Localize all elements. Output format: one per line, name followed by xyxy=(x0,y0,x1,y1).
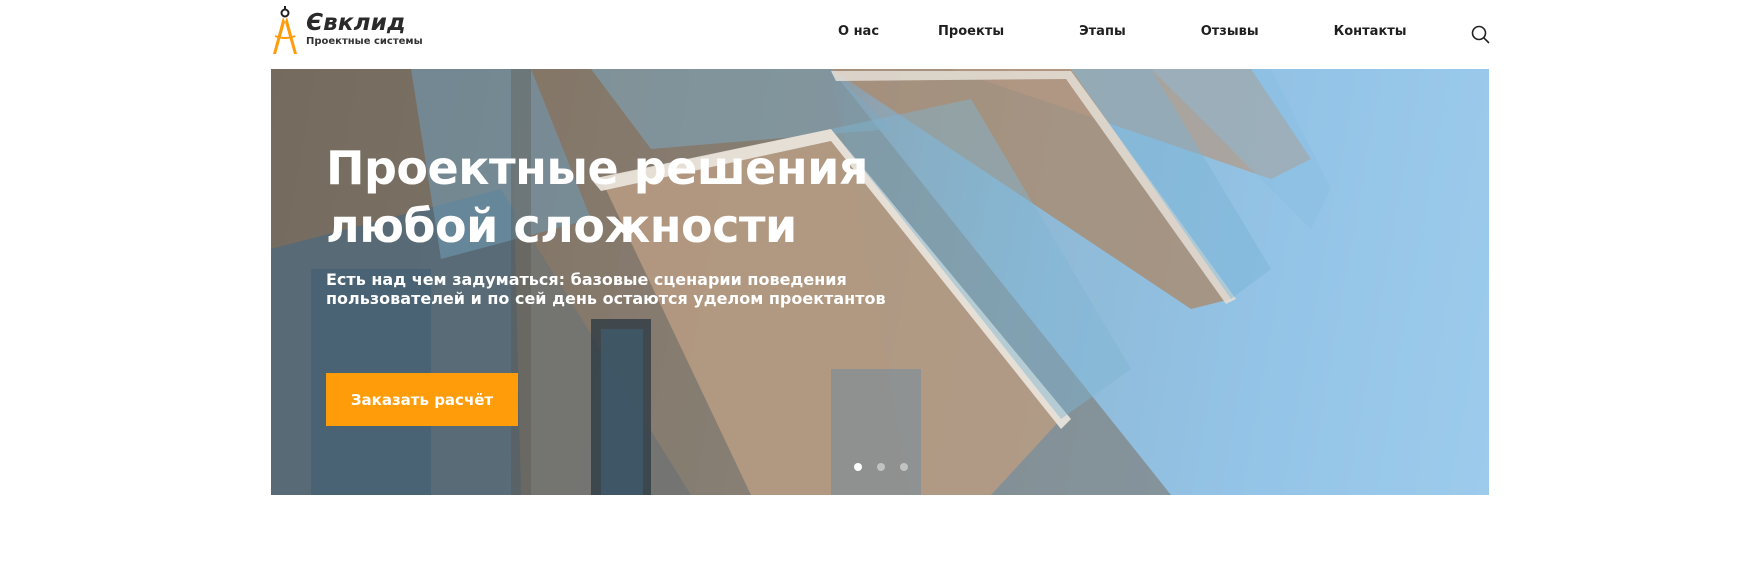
main-nav: О нас Проекты Этапы Отзывы Контакты xyxy=(838,24,1407,39)
slider-dot-3[interactable] xyxy=(900,463,908,471)
slider-dot-2[interactable] xyxy=(877,463,885,471)
nav-item-contacts[interactable]: Контакты xyxy=(1334,24,1407,39)
nav-item-projects[interactable]: Проекты xyxy=(938,24,1004,39)
slider-pagination xyxy=(854,463,908,471)
hero-title-line-1: Проектные решения xyxy=(326,141,868,195)
hero-subtitle-line-1: Есть над чем задуматься: базовые сценари… xyxy=(326,270,847,289)
hero-subtitle-line-2: пользователей и по сей день остаются уде… xyxy=(326,289,886,308)
hero-subtitle: Есть над чем задуматься: базовые сценари… xyxy=(326,270,946,308)
nav-item-about[interactable]: О нас xyxy=(838,24,879,39)
brand-tagline: Проектные системы xyxy=(306,36,423,47)
order-calculation-button[interactable]: Заказать расчёт xyxy=(326,373,518,426)
brand-name: Євклид xyxy=(306,10,406,36)
nav-item-stages[interactable]: Этапы xyxy=(1079,24,1126,39)
slider-dot-1[interactable] xyxy=(854,463,862,471)
nav-item-reviews[interactable]: Отзывы xyxy=(1201,24,1259,39)
hero-slider: Проектные решения любой сложности Есть н… xyxy=(271,69,1489,495)
compass-icon xyxy=(273,6,297,54)
hero-title: Проектные решения любой сложности xyxy=(326,139,1026,255)
logo-link[interactable]: Євклид Проектные системы xyxy=(270,6,423,58)
site-header: Євклид Проектные системы О нас Проекты Э… xyxy=(270,0,1490,69)
search-icon[interactable] xyxy=(1470,24,1490,44)
hero-title-line-2: любой сложности xyxy=(326,199,797,253)
